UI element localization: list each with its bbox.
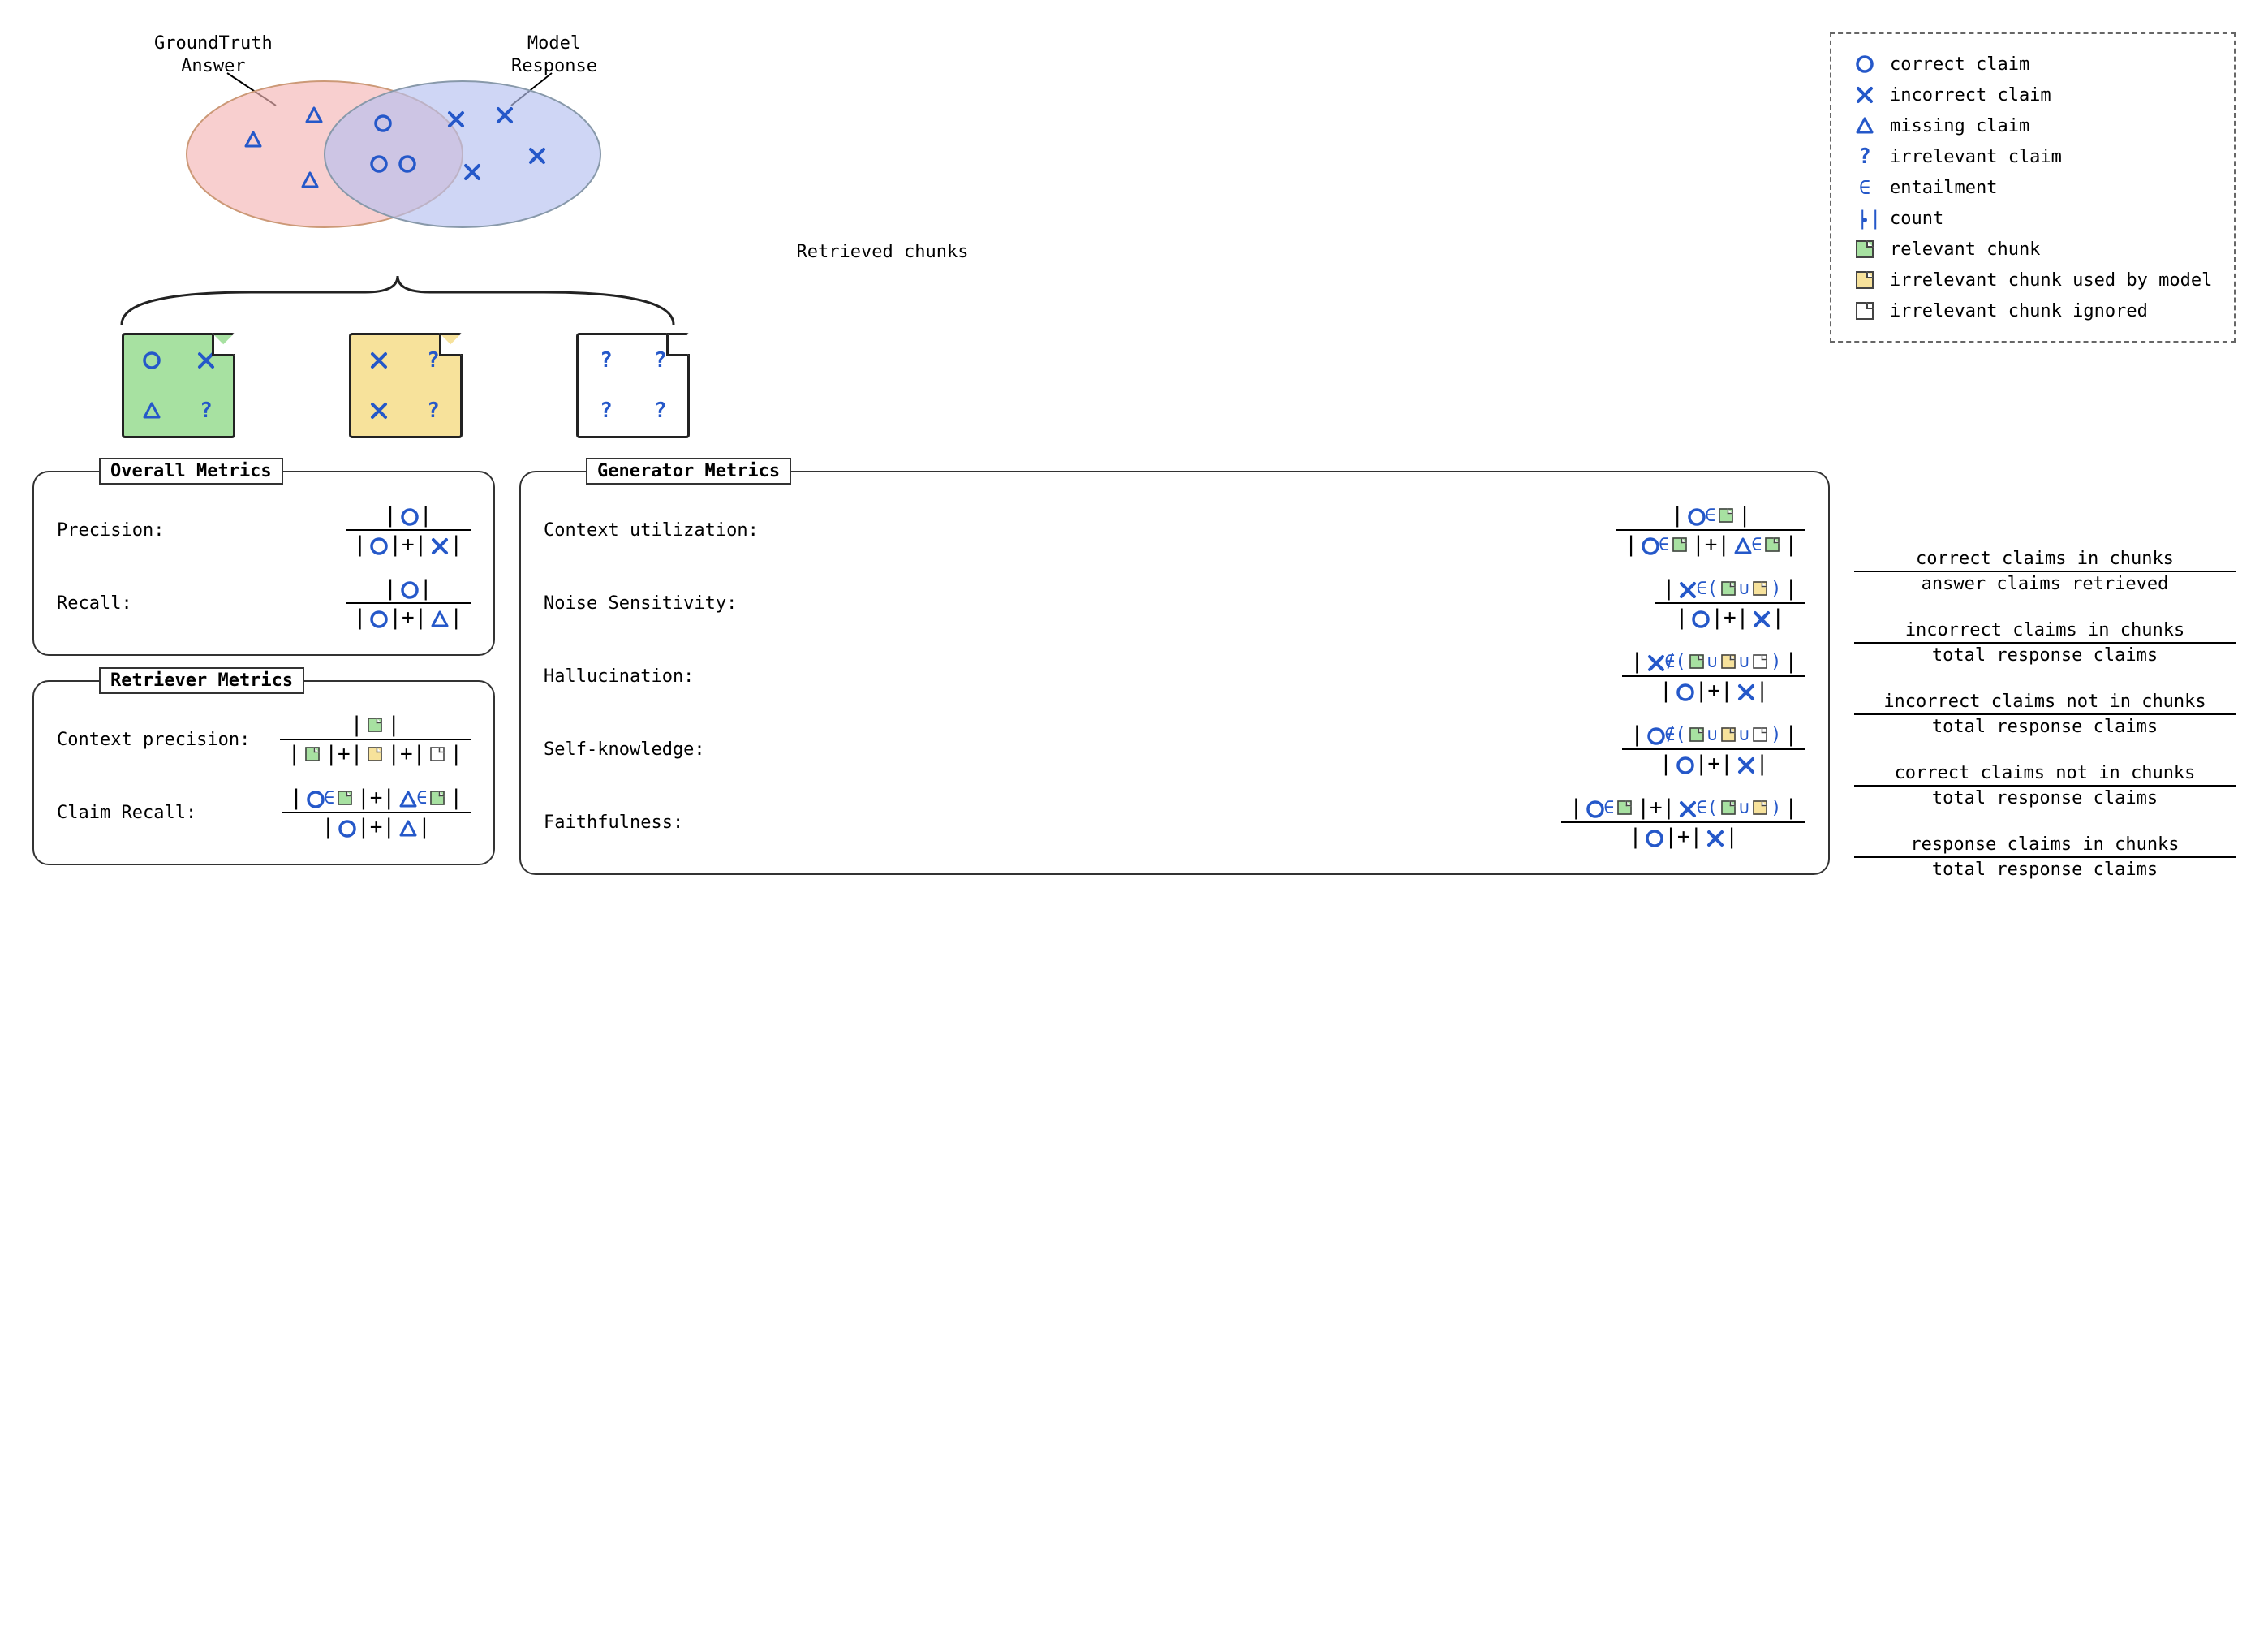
metrics-section: Overall Metrics Precision: || ||+|| Reca… [32,471,2236,893]
retrieved-chunks-label: Retrieved chunks [0,242,1765,262]
desc-cu-den: answer claims retrieved [1917,572,2174,596]
legend-relevant-chunk: relevant chunk [1890,239,2040,260]
desc-selfk-num: correct claims not in chunks [1890,761,2201,785]
legend: correct claim incorrect claim missing cl… [1830,32,2236,343]
desc-cu-num: correct claims in chunks [1911,547,2179,571]
context-util-row: Context utilization: |∈| |∈|+|∈| [544,494,1805,567]
overall-metrics-panel: Overall Metrics Precision: || ||+|| Reca… [32,471,495,656]
overall-title: Overall Metrics [99,458,283,485]
retriever-metrics-panel: Retriever Metrics Context precision: || … [32,680,495,865]
desc-faith-num: response claims in chunks [1905,833,2184,856]
precision-row: Precision: || ||+|| [57,494,471,567]
faithfulness-row: Faithfulness: |∈|+|∈(∪)| ||+|| [544,786,1805,859]
desc-noise-num: incorrect claims in chunks [1900,619,2189,642]
chunk-relevant [122,333,235,438]
venn-diagram-area: GroundTruthAnswer ModelResponse Retrieve [32,32,1797,455]
noise-row: Noise Sensitivity: |∈(∪)| ||+|| [544,567,1805,640]
desc-faith-den: total response claims [1927,858,2163,881]
generator-metrics-panel: Generator Metrics Context utilization: |… [519,471,1830,875]
context-precision-row: Context precision: || ||+||+|| [57,703,471,776]
desc-hall-num: incorrect claims not in chunks [1879,690,2210,713]
desc-noise-den: total response claims [1927,644,2163,667]
legend-entailment: entailment [1890,178,1997,198]
retriever-title: Retriever Metrics [99,667,304,694]
legend-irrelevant-ignored: irrelevant chunk ignored [1890,301,2148,321]
claim-recall-row: Claim Recall: |∈|+|∈| ||+|| [57,776,471,849]
top-section: GroundTruthAnswer ModelResponse Retrieve [32,32,2236,455]
selfknowledge-row: Self-knowledge: |∉(∪∪)| ||+|| [544,713,1805,786]
brace [105,268,690,333]
legend-irrelevant-used: irrelevant chunk used by model [1890,270,2212,291]
chunk-irrelevant-used [349,333,463,438]
legend-correct: correct claim [1890,54,2029,75]
legend-missing: missing claim [1890,116,2029,136]
desc-selfk-den: total response claims [1927,787,2163,810]
desc-hall-den: total response claims [1927,715,2163,739]
legend-count: count [1890,209,1943,229]
descriptions-column: correct claims in chunksanswer claims re… [1854,471,2236,893]
legend-irrelevant: irrelevant claim [1890,147,2062,167]
chunk-irrelevant-ignored [576,333,690,438]
venn-svg [130,41,698,252]
hallucination-row: Hallucination: |∉(∪∪)| ||+|| [544,640,1805,713]
legend-incorrect: incorrect claim [1890,85,2051,106]
generator-title: Generator Metrics [586,458,791,485]
recall-row: Recall: || ||+|| [57,567,471,640]
